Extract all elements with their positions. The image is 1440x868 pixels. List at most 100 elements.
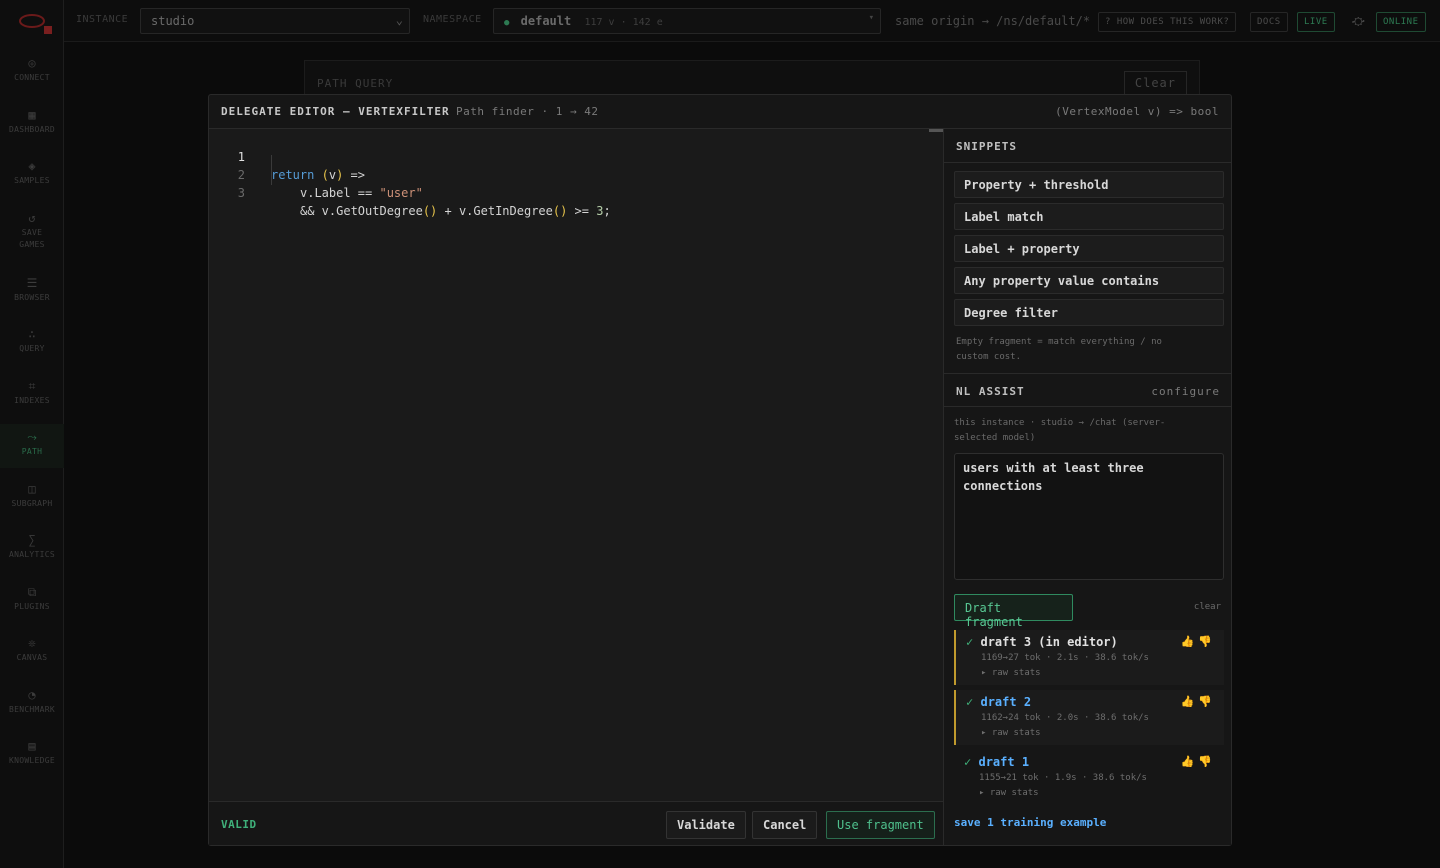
code-text: v.Label == "user" [300, 186, 423, 200]
use-fragment-button[interactable]: Use fragment [826, 811, 935, 839]
thumbs-down-icon: 👎 [1198, 695, 1216, 708]
origin-text: same origin → /ns/default/* [895, 14, 1091, 28]
validation-status: VALID [221, 818, 257, 831]
modal-footer: VALID Validate Cancel Use fragment [209, 801, 943, 845]
connect-icon: ◎ [28, 56, 36, 70]
sidebar-item-plugins[interactable]: ⧉ PLUGINS [0, 585, 64, 613]
code-line: 3 && v.GetOutDegree() + v.GetInDegree() … [209, 166, 943, 218]
thumbs-down-icon: 👎 [1198, 635, 1216, 648]
raw-stats-toggle[interactable]: ▸ raw stats [981, 728, 1041, 738]
sidebar-item-subgraph[interactable]: ◫ SUBGRAPH [0, 482, 64, 510]
sidebar-item-query[interactable]: ∴ QUERY [0, 327, 64, 355]
sidebar-item-label: INDEXES [14, 396, 50, 405]
cancel-button[interactable]: Cancel [752, 811, 818, 839]
instance-value: studio [151, 14, 195, 28]
nl-assist-info: this instance · studio → /chat (server- … [954, 418, 1166, 443]
theme-icon[interactable]: ⛮ [1346, 10, 1371, 30]
benchmark-icon: ◔ [28, 688, 36, 702]
snippet-label-property[interactable]: Label + property [954, 235, 1224, 262]
namespace-label: NAMESPACE [423, 14, 482, 25]
sidebar-item-label: BENCHMARK [8, 705, 56, 714]
save-games-icon: ↺ [28, 211, 36, 225]
nl-assist-title: NL ASSIST [956, 385, 1025, 398]
nl-prompt-input[interactable]: users with at least three connections [954, 453, 1224, 580]
snippet-label-match[interactable]: Label match [954, 203, 1224, 230]
save-training-example-link[interactable]: save 1 training example [954, 816, 1106, 829]
draft-item[interactable]: ✓ draft 1 👍👎 1155→21 tok · 1.9s · 38.6 t… [954, 750, 1224, 805]
sidebar-item-indexes[interactable]: ⌗ INDEXES [0, 379, 64, 407]
feedback-icons[interactable]: 👍👎 [1181, 755, 1216, 768]
sidebar-item-label: ANALYTICS [8, 550, 56, 559]
draft-fragment-button[interactable]: Draft fragment [954, 594, 1073, 629]
thumbs-up-icon: 👍 [1180, 755, 1199, 768]
instance-label: INSTANCE [76, 14, 129, 25]
delegate-signature: (VertexModel v) => bool [1055, 105, 1219, 118]
draft-stats: 1155→21 tok · 1.9s · 38.6 tok/s [979, 773, 1147, 783]
status-dot-icon: ● [504, 18, 510, 28]
sidebar-item-browser[interactable]: ☰ BROWSER [0, 276, 64, 304]
sidebar-item-label: DASHBOARD [8, 125, 56, 134]
namespace-counts: 117 v · 142 e [584, 17, 663, 28]
draft-item[interactable]: ✓ draft 2 👍👎 1162→24 tok · 2.0s · 38.6 t… [954, 690, 1224, 745]
plugins-icon: ⧉ [27, 585, 37, 599]
sidebar-item-label: KNOWLEDGE [8, 756, 56, 765]
code-editor[interactable]: 1 return (v) => 2 v.Label == "user" 3 &&… [209, 129, 943, 801]
path-icon: ⤳ [27, 430, 37, 444]
sidebar: ◎ CONNECT ▦ DASHBOARD ◈ SAMPLES ↺ SAVE G… [0, 0, 64, 868]
online-badge: ONLINE [1376, 12, 1426, 32]
path-query-title: PATH QUERY [317, 77, 394, 90]
sidebar-item-connect[interactable]: ◎ CONNECT [0, 56, 64, 84]
raw-stats-toggle[interactable]: ▸ raw stats [981, 668, 1041, 678]
modal-header: DELEGATE EDITOR — VERTEXFILTER Path find… [209, 95, 1231, 129]
sidebar-item-analytics[interactable]: ∑ ANALYTICS [0, 533, 64, 561]
code-line: 1 return (v) => [209, 130, 943, 182]
sidebar-item-label-2: GAMES [19, 240, 45, 249]
namespace-select[interactable]: ● default 117 v · 142 e ▾ [493, 8, 881, 34]
draft-item[interactable]: ✓ draft 3 (in editor) 👍👎 1169→27 tok · 2… [954, 630, 1224, 685]
feedback-icons[interactable]: 👍👎 [1181, 695, 1216, 708]
assist-panel: SNIPPETS Property + threshold Label matc… [943, 129, 1232, 845]
subgraph-icon: ◫ [28, 482, 36, 496]
sidebar-item-label: PLUGINS [14, 602, 50, 611]
draft-stats: 1162→24 tok · 2.0s · 38.6 tok/s [981, 713, 1149, 723]
snippet-property-threshold[interactable]: Property + threshold [954, 171, 1224, 198]
draft-name: ✓ draft 1 [964, 755, 1030, 769]
configure-link[interactable]: configure [1151, 385, 1220, 398]
sidebar-item-label: QUERY [19, 344, 45, 353]
snippet-property-contains[interactable]: Any property value contains [954, 267, 1224, 294]
validate-button[interactable]: Validate [666, 811, 746, 839]
delegate-editor-modal: DELEGATE EDITOR — VERTEXFILTER Path find… [208, 94, 1232, 846]
indexes-icon: ⌗ [28, 379, 36, 393]
snippets-header: SNIPPETS [944, 129, 1232, 163]
feedback-icons[interactable]: 👍👎 [1181, 635, 1216, 648]
sidebar-item-benchmark[interactable]: ◔ BENCHMARK [0, 688, 64, 716]
sidebar-item-label: CANVAS [16, 653, 48, 662]
top-bar: INSTANCE studio ⌄ NAMESPACE ● default 11… [64, 0, 1440, 42]
sidebar-item-samples[interactable]: ◈ SAMPLES [0, 159, 64, 187]
draft-name: ✓ draft 2 [966, 695, 1032, 709]
sidebar-item-label: PATH [21, 447, 43, 456]
sidebar-item-label: CONNECT [14, 73, 50, 82]
code-line: 2 v.Label == "user" [209, 148, 943, 200]
docs-button[interactable]: DOCS [1250, 12, 1288, 32]
thumbs-up-icon: 👍 [1180, 635, 1199, 648]
app-logo [19, 14, 52, 34]
clear-drafts-link[interactable]: clear [1194, 602, 1221, 612]
sidebar-item-dashboard[interactable]: ▦ DASHBOARD [0, 108, 64, 136]
snippets-note: Empty fragment = match everything / no c… [956, 337, 1162, 362]
help-button[interactable]: ? HOW DOES THIS WORK? [1098, 12, 1237, 32]
check-icon: ✓ [966, 695, 974, 709]
snippet-degree-filter[interactable]: Degree filter [954, 299, 1224, 326]
instance-select[interactable]: studio ⌄ [140, 8, 410, 34]
knowledge-icon: ▤ [28, 739, 36, 753]
raw-stats-toggle[interactable]: ▸ raw stats [979, 788, 1039, 798]
live-button[interactable]: LIVE [1297, 12, 1335, 32]
sidebar-item-knowledge[interactable]: ▤ KNOWLEDGE [0, 739, 64, 767]
snippets-title: SNIPPETS [956, 140, 1017, 153]
sidebar-item-path[interactable]: ⤳ PATH [0, 424, 64, 468]
sidebar-item-label: SAMPLES [14, 176, 50, 185]
draft-name: ✓ draft 3 (in editor) [966, 635, 1118, 649]
chevron-down-icon: ⌄ [395, 13, 403, 27]
sidebar-item-canvas[interactable]: ❊ CANVAS [0, 636, 64, 664]
sidebar-item-save-games[interactable]: ↺ SAVE GAMES [0, 211, 64, 251]
